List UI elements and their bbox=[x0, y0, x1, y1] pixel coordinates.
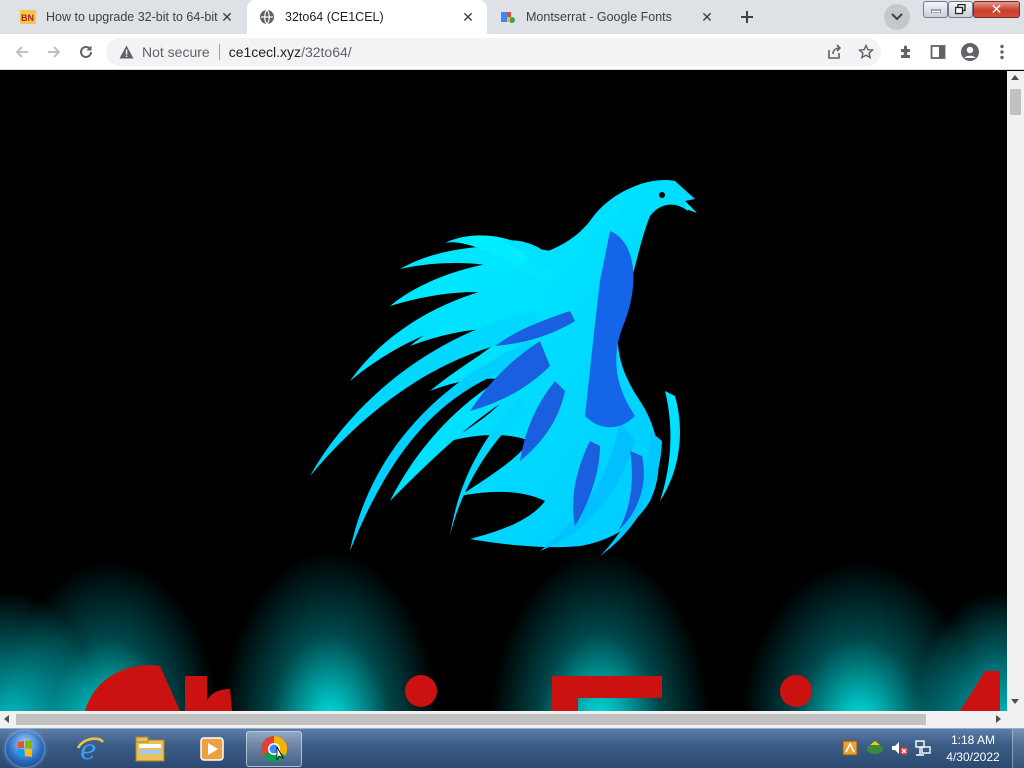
menu-button[interactable] bbox=[989, 39, 1015, 65]
chrome-icon bbox=[261, 735, 288, 763]
show-desktop-button[interactable] bbox=[1012, 729, 1024, 768]
tab-title: Montserrat - Google Fonts bbox=[526, 10, 672, 24]
url-host: ce1cecl.xyz bbox=[228, 44, 302, 60]
chrome-button[interactable] bbox=[246, 731, 302, 767]
url-path: /32to64/ bbox=[301, 44, 352, 60]
tab-google-fonts[interactable]: Montserrat - Google Fonts ✕ bbox=[488, 0, 726, 34]
start-button[interactable] bbox=[6, 731, 44, 767]
internet-explorer-icon: e bbox=[76, 734, 105, 764]
side-panel-icon bbox=[930, 45, 946, 59]
horizontal-scrollbar[interactable] bbox=[0, 711, 1007, 728]
new-tab-button[interactable] bbox=[733, 4, 761, 30]
tab-32to64[interactable]: 32to64 (CE1CEL) ✕ bbox=[247, 0, 487, 34]
chevron-down-icon bbox=[891, 13, 903, 21]
google-fonts-icon bbox=[500, 9, 516, 25]
minimize-icon bbox=[930, 9, 941, 13]
tab-close-icon[interactable]: ✕ bbox=[218, 8, 236, 26]
arrow-left-icon bbox=[15, 46, 28, 58]
vertical-scroll-thumb[interactable] bbox=[1010, 89, 1021, 115]
kebab-menu-icon bbox=[1000, 44, 1004, 60]
reload-icon bbox=[80, 45, 92, 58]
globe-icon bbox=[259, 9, 275, 25]
scroll-down-arrow[interactable] bbox=[1011, 699, 1019, 704]
side-panel-button[interactable] bbox=[925, 39, 951, 65]
network-icon[interactable] bbox=[914, 740, 932, 758]
svg-text:BN: BN bbox=[21, 13, 34, 23]
windows-explorer-button[interactable] bbox=[122, 731, 178, 767]
plus-icon bbox=[741, 11, 753, 23]
security-label[interactable]: Not secure bbox=[142, 44, 210, 60]
back-button[interactable] bbox=[9, 39, 35, 65]
bn-favicon: BN bbox=[20, 9, 36, 25]
page-heading-letters bbox=[85, 665, 1000, 711]
horizontal-scroll-thumb[interactable] bbox=[16, 714, 926, 725]
warning-icon[interactable] bbox=[118, 44, 134, 60]
scroll-up-arrow[interactable] bbox=[1011, 75, 1019, 80]
restore-button[interactable] bbox=[948, 1, 973, 18]
share-icon[interactable] bbox=[821, 38, 847, 66]
windows-taskbar: e 1:18 AM 4/30/2022 bbox=[0, 728, 1024, 768]
volume-muted-icon[interactable] bbox=[890, 740, 908, 758]
avatar-icon bbox=[961, 43, 979, 61]
bookmark-star-icon[interactable] bbox=[853, 38, 879, 66]
tab-close-icon[interactable]: ✕ bbox=[459, 8, 477, 26]
scrollbar-corner bbox=[1007, 711, 1024, 728]
tab-title: How to upgrade 32-bit to 64-bit bbox=[46, 10, 218, 24]
vertical-scrollbar[interactable] bbox=[1007, 71, 1024, 711]
extensions-button[interactable] bbox=[893, 39, 919, 65]
browser-toolbar: Not secure ce1cecl.xyz/32to64/ bbox=[0, 34, 1024, 70]
scroll-left-arrow[interactable] bbox=[4, 715, 9, 723]
clock-time: 1:18 AM bbox=[950, 733, 996, 747]
tab-search-button[interactable] bbox=[884, 4, 910, 30]
network-sync-icon[interactable] bbox=[866, 740, 884, 758]
reload-button[interactable] bbox=[73, 39, 99, 65]
scroll-right-arrow[interactable] bbox=[996, 715, 1001, 723]
tab-close-icon[interactable]: ✕ bbox=[698, 8, 716, 26]
close-icon: ✕ bbox=[990, 1, 1003, 17]
windows-logo-icon bbox=[18, 740, 32, 757]
page-viewport bbox=[0, 71, 1007, 711]
tab-title: 32to64 (CE1CEL) bbox=[285, 10, 384, 24]
clock-date: 4/30/2022 bbox=[946, 750, 1000, 764]
tab-upgrade-guide[interactable]: BN How to upgrade 32-bit to 64-bit ✕ bbox=[8, 0, 246, 34]
arrow-right-icon bbox=[48, 46, 61, 58]
tray-app-icon[interactable] bbox=[842, 740, 860, 758]
forward-button[interactable] bbox=[41, 39, 67, 65]
close-window-button[interactable]: ✕ bbox=[973, 1, 1020, 18]
internet-explorer-button[interactable]: e bbox=[62, 731, 118, 767]
taskbar-clock[interactable]: 1:18 AM 4/30/2022 bbox=[940, 732, 1006, 766]
tab-strip: BN How to upgrade 32-bit to 64-bit ✕ 32t… bbox=[0, 0, 1024, 34]
minimize-button[interactable] bbox=[923, 1, 948, 18]
system-tray bbox=[842, 729, 932, 768]
omnibox-divider bbox=[218, 44, 220, 60]
restore-icon bbox=[955, 4, 966, 15]
media-player-icon bbox=[200, 737, 224, 761]
media-player-button[interactable] bbox=[184, 731, 240, 767]
windows-explorer-icon bbox=[135, 736, 165, 762]
profile-button[interactable] bbox=[957, 39, 983, 65]
puzzle-icon bbox=[901, 45, 910, 58]
address-bar[interactable]: Not secure ce1cecl.xyz/32to64/ bbox=[106, 38, 881, 66]
